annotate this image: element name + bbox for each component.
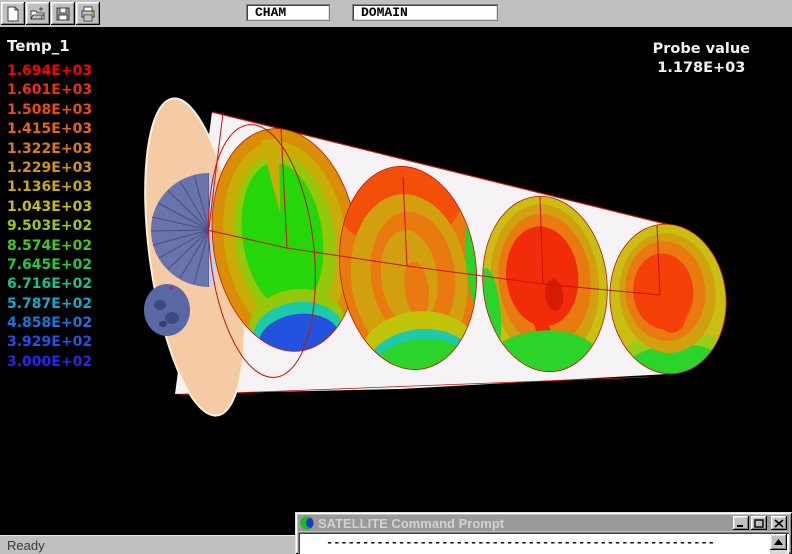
command-output-line: ----------------------------------------… xyxy=(298,532,789,550)
legend-value: 1.508E+03 xyxy=(7,101,92,120)
new-document-button[interactable] xyxy=(1,2,25,25)
legend-value: 1.229E+03 xyxy=(7,159,92,178)
toolbar: CHAM DOMAIN xyxy=(0,0,792,27)
print-button[interactable] xyxy=(76,2,100,25)
combustor-visualization[interactable] xyxy=(0,27,792,535)
command-output-area[interactable]: ----------------------------------------… xyxy=(298,532,789,554)
legend-value: 1.136E+03 xyxy=(7,178,92,197)
arrow-up-icon xyxy=(774,539,783,545)
window-title: SATELLITE Command Prompt xyxy=(318,516,731,531)
inlet-disc xyxy=(144,284,190,336)
probe-label: Probe value xyxy=(653,40,750,59)
cham-field[interactable]: CHAM xyxy=(246,4,330,21)
title-bar[interactable]: SATELLITE Command Prompt xyxy=(298,515,789,531)
legend-value: 9.503E+02 xyxy=(7,217,92,236)
minimize-button[interactable] xyxy=(733,516,749,530)
vertical-scrollbar[interactable] xyxy=(770,534,787,554)
print-icon xyxy=(80,6,96,22)
legend-value: 3.000E+02 xyxy=(7,353,92,372)
application-window: CHAM DOMAIN xyxy=(0,0,792,554)
save-file-button[interactable] xyxy=(51,2,75,25)
close-button[interactable] xyxy=(771,516,787,530)
scroll-up-button[interactable] xyxy=(770,534,787,550)
probe-readout: Probe value 1.178E+03 xyxy=(653,40,750,78)
probe-value: 1.178E+03 xyxy=(653,59,750,78)
maximize-button[interactable] xyxy=(751,516,767,530)
save-floppy-icon xyxy=(55,6,71,22)
legend-entries: 1.694E+031.601E+031.508E+031.415E+031.32… xyxy=(7,62,92,372)
domain-field[interactable]: DOMAIN xyxy=(352,4,498,21)
new-document-icon xyxy=(5,6,21,22)
maximize-icon xyxy=(754,519,764,528)
legend-value: 1.694E+03 xyxy=(7,62,92,81)
open-file-button[interactable] xyxy=(26,2,50,25)
legend-value: 4.858E+02 xyxy=(7,314,92,333)
legend-value: 3.929E+02 xyxy=(7,333,92,352)
legend-value: 1.043E+03 xyxy=(7,198,92,217)
legend-title: Temp_1 xyxy=(7,37,92,55)
legend-value: 8.574E+02 xyxy=(7,237,92,256)
satellite-app-icon xyxy=(300,516,314,530)
temperature-legend: Temp_1 1.694E+031.601E+031.508E+031.415E… xyxy=(7,37,92,372)
legend-value: 1.415E+03 xyxy=(7,120,92,139)
minimize-icon xyxy=(736,519,746,528)
satellite-command-prompt-window: SATELLITE Command Prompt ---------------… xyxy=(295,512,792,554)
close-icon xyxy=(774,519,784,528)
status-text: Ready xyxy=(0,538,45,553)
viewport-3d: Temp_1 1.694E+031.601E+031.508E+031.415E… xyxy=(0,27,792,535)
open-folder-icon xyxy=(30,6,46,22)
legend-value: 5.787E+02 xyxy=(7,295,92,314)
legend-value: 6.716E+02 xyxy=(7,275,92,294)
legend-value: 1.322E+03 xyxy=(7,140,92,159)
legend-value: 7.645E+02 xyxy=(7,256,92,275)
legend-value: 1.601E+03 xyxy=(7,81,92,100)
